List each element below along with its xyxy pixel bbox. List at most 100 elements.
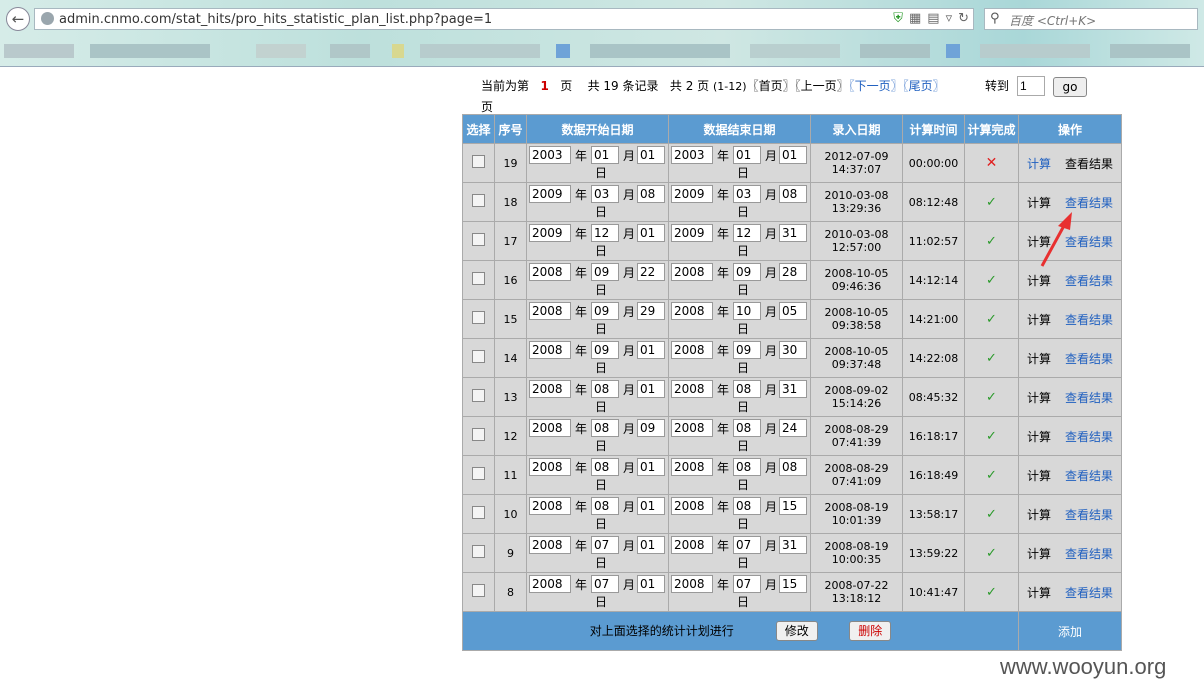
bookmark-item[interactable] [946, 44, 960, 58]
year-input[interactable]: 2008 [671, 341, 713, 359]
month-input[interactable]: 08 [591, 419, 619, 437]
year-input[interactable]: 2009 [529, 224, 571, 242]
month-input[interactable]: 07 [733, 575, 761, 593]
calculate-link[interactable]: 计算 [1027, 196, 1051, 210]
year-input[interactable]: 2003 [529, 146, 571, 164]
year-input[interactable]: 2008 [529, 497, 571, 515]
calculate-link[interactable]: 计算 [1027, 430, 1051, 444]
qr-icon[interactable]: ▦ [909, 11, 921, 26]
bookmark-item[interactable] [980, 44, 1090, 58]
calculate-link[interactable]: 计算 [1027, 274, 1051, 288]
row-checkbox[interactable] [472, 389, 485, 402]
view-result-link[interactable]: 查看结果 [1065, 430, 1113, 444]
row-checkbox[interactable] [472, 428, 485, 441]
day-input[interactable]: 24 [779, 419, 807, 437]
day-input[interactable]: 08 [779, 185, 807, 203]
edit-button[interactable]: 修改 [775, 621, 818, 641]
next-page-link[interactable]: 〖下一页〗 [849, 79, 903, 93]
year-input[interactable]: 2008 [529, 302, 571, 320]
day-input[interactable]: 28 [779, 263, 807, 281]
search-box[interactable]: ⚲ 百度 <Ctrl+K> [984, 8, 1198, 30]
view-result-link[interactable]: 查看结果 [1065, 157, 1113, 171]
year-input[interactable]: 2008 [529, 458, 571, 476]
month-input[interactable]: 08 [591, 380, 619, 398]
day-input[interactable]: 22 [637, 263, 665, 281]
bookmark-item[interactable] [556, 44, 570, 58]
view-result-link[interactable]: 查看结果 [1065, 313, 1113, 327]
row-checkbox[interactable] [472, 350, 485, 363]
month-input[interactable]: 03 [591, 185, 619, 203]
year-input[interactable]: 2008 [671, 419, 713, 437]
year-input[interactable]: 2008 [529, 341, 571, 359]
year-input[interactable]: 2008 [529, 536, 571, 554]
day-input[interactable]: 01 [779, 146, 807, 164]
year-input[interactable]: 2008 [529, 263, 571, 281]
bookmark-item[interactable] [1110, 44, 1190, 58]
jump-page-input[interactable] [1017, 76, 1045, 96]
year-input[interactable]: 2008 [529, 419, 571, 437]
view-result-link[interactable]: 查看结果 [1065, 469, 1113, 483]
bookmark-item[interactable] [750, 44, 840, 58]
view-result-link[interactable]: 查看结果 [1065, 196, 1113, 210]
year-input[interactable]: 2008 [671, 536, 713, 554]
reader-icon[interactable]: ▤ [927, 11, 939, 26]
day-input[interactable]: 01 [637, 341, 665, 359]
view-result-link[interactable]: 查看结果 [1065, 508, 1113, 522]
day-input[interactable]: 01 [637, 380, 665, 398]
row-checkbox[interactable] [472, 272, 485, 285]
calculate-link[interactable]: 计算 [1027, 469, 1051, 483]
day-input[interactable]: 01 [637, 536, 665, 554]
month-input[interactable]: 09 [591, 263, 619, 281]
month-input[interactable]: 09 [591, 302, 619, 320]
calculate-link[interactable]: 计算 [1027, 391, 1051, 405]
day-input[interactable]: 08 [779, 458, 807, 476]
calculate-link[interactable]: 计算 [1027, 313, 1051, 327]
day-input[interactable]: 09 [637, 419, 665, 437]
bookmark-item[interactable] [590, 44, 730, 58]
month-input[interactable]: 01 [733, 146, 761, 164]
go-button[interactable]: go [1053, 77, 1087, 97]
address-bar[interactable]: admin.cnmo.com/stat_hits/pro_hits_statis… [34, 8, 974, 30]
calculate-link[interactable]: 计算 [1027, 157, 1051, 171]
view-result-link[interactable]: 查看结果 [1065, 547, 1113, 561]
row-checkbox[interactable] [472, 155, 485, 168]
month-input[interactable]: 03 [733, 185, 761, 203]
month-input[interactable]: 09 [733, 341, 761, 359]
view-result-link[interactable]: 查看结果 [1065, 391, 1113, 405]
day-input[interactable]: 01 [637, 146, 665, 164]
day-input[interactable]: 05 [779, 302, 807, 320]
bookmark-item[interactable] [420, 44, 540, 58]
day-input[interactable]: 31 [779, 224, 807, 242]
view-result-link[interactable]: 查看结果 [1065, 352, 1113, 366]
bookmark-item[interactable] [860, 44, 930, 58]
row-checkbox[interactable] [472, 545, 485, 558]
day-input[interactable]: 01 [637, 224, 665, 242]
calculate-link[interactable]: 计算 [1027, 586, 1051, 600]
day-input[interactable]: 08 [637, 185, 665, 203]
bookmark-item[interactable] [90, 44, 210, 58]
year-input[interactable]: 2008 [671, 302, 713, 320]
month-input[interactable]: 08 [591, 458, 619, 476]
bookmark-item[interactable] [4, 44, 74, 58]
month-input[interactable]: 12 [591, 224, 619, 242]
bookmark-item[interactable] [256, 44, 306, 58]
month-input[interactable]: 08 [733, 419, 761, 437]
month-input[interactable]: 09 [733, 263, 761, 281]
year-input[interactable]: 2008 [671, 380, 713, 398]
shield-icon[interactable]: ⛨ [893, 11, 903, 26]
calculate-link[interactable]: 计算 [1027, 547, 1051, 561]
view-result-link[interactable]: 查看结果 [1065, 586, 1113, 600]
year-input[interactable]: 2008 [529, 575, 571, 593]
month-input[interactable]: 10 [733, 302, 761, 320]
month-input[interactable]: 08 [733, 458, 761, 476]
year-input[interactable]: 2008 [671, 497, 713, 515]
refresh-icon[interactable]: ↻ [958, 11, 969, 26]
day-input[interactable]: 31 [779, 536, 807, 554]
bookmark-item[interactable] [330, 44, 370, 58]
day-input[interactable]: 31 [779, 380, 807, 398]
bookmark-item[interactable] [392, 44, 404, 58]
back-button[interactable]: ← [6, 7, 30, 31]
last-page-link[interactable]: 〖尾页〗 [903, 79, 945, 93]
month-input[interactable]: 09 [591, 341, 619, 359]
year-input[interactable]: 2009 [671, 224, 713, 242]
